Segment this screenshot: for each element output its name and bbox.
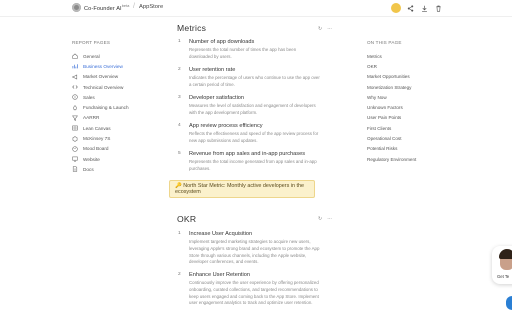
metrics-actions: ↻ ⋯: [318, 26, 332, 32]
nav-item[interactable]: Fundraising & Launch: [72, 102, 152, 112]
trash-icon[interactable]: [434, 4, 443, 13]
okr-title-item: Enhance User Retention: [189, 272, 250, 278]
metric-number: 4: [178, 123, 181, 128]
nav-item-label: Website: [83, 156, 100, 162]
report-pages-nav: REPORT PAGES General Business Overview Mar…: [72, 40, 152, 175]
nav-item[interactable]: Market Overview: [72, 72, 152, 82]
on-this-page-heading: ON THIS PAGE: [367, 40, 402, 45]
support-avatar-hair: [499, 249, 512, 259]
nav-item[interactable]: McKinsey 7S: [72, 133, 152, 143]
nav-item[interactable]: AARRR: [72, 113, 152, 123]
dollar-icon: [72, 94, 78, 100]
okr-number: 1: [178, 231, 181, 236]
brand-beta-badge: beta: [121, 4, 130, 8]
toc-link[interactable]: Unknown Factors: [367, 102, 447, 112]
toc-link[interactable]: OKR: [367, 61, 447, 71]
okr-actions: ↻ ⋯: [318, 216, 332, 222]
nav-item-label: AARRR: [83, 115, 100, 121]
nav-item-label: Business Overview: [83, 63, 123, 69]
nav-item[interactable]: Business Overview: [72, 61, 152, 71]
nav-item-label: Sales: [83, 94, 95, 100]
metric-number: 2: [178, 67, 181, 72]
share-icon[interactable]: [406, 4, 415, 13]
nav-item[interactable]: General: [72, 51, 152, 61]
okr-number: 2: [178, 272, 181, 277]
metric-title: Developer satisfaction: [189, 95, 245, 101]
metric-description: Reflects the effectiveness and speed of …: [189, 131, 319, 143]
breadcrumb-separator: /: [133, 3, 135, 10]
north-star-metric: 🔑 North Star Metric: Monthly active deve…: [169, 180, 315, 198]
topbar-actions: [391, 3, 443, 13]
nav-item-label: Lean Canvas: [83, 125, 111, 131]
nav-item[interactable]: Lean Canvas: [72, 123, 152, 133]
more-icon[interactable]: ⋯: [327, 216, 332, 222]
toc-link[interactable]: Operational Cost: [367, 133, 447, 143]
refresh-icon[interactable]: ↻: [318, 26, 322, 32]
report-pages-heading: REPORT PAGES: [72, 40, 111, 45]
funnel-icon: [72, 115, 78, 121]
metric-number: 1: [178, 39, 181, 44]
toc-link[interactable]: Monetization Strategy: [367, 82, 447, 92]
chat-widget[interactable]: Get Te: [492, 246, 512, 284]
chart-icon: [72, 63, 78, 69]
metrics-title: Metrics: [177, 23, 207, 33]
hexagon-icon: [72, 135, 78, 142]
rocket-icon: [72, 104, 78, 111]
toc-link[interactable]: User Pain Points: [367, 113, 447, 123]
topbar-divider: [0, 16, 512, 17]
download-icon[interactable]: [420, 4, 429, 13]
toc-link[interactable]: First Clients: [367, 123, 447, 133]
nav-item-label: Market Overview: [83, 74, 119, 80]
nav-item[interactable]: Sales: [72, 92, 152, 102]
brand-name-text: Co-Founder AI: [84, 5, 122, 12]
metric-description: Represents the total number of times the…: [189, 47, 297, 59]
code-icon: [72, 84, 78, 90]
okr-description: Implement targeted marketing strategies …: [189, 239, 320, 265]
toc-link[interactable]: Metrics: [367, 51, 447, 61]
toc-link[interactable]: Regulatory Environment: [367, 154, 447, 164]
top-bar: Co-Founder AIbeta / AppStore: [0, 0, 512, 17]
breadcrumb[interactable]: AppStore: [139, 4, 163, 10]
canvas-icon: [72, 125, 78, 131]
metric-description: Indicates the percentage of users who co…: [189, 75, 320, 87]
doc-icon: [72, 166, 78, 173]
metric-title: Number of app downloads: [189, 39, 255, 45]
okr-title-item: Increase User Acquisition: [189, 231, 253, 237]
on-this-page-nav: ON THIS PAGE Metrics OKR Market Opportunit…: [367, 40, 447, 164]
toc-link[interactable]: Potential Risks: [367, 144, 447, 154]
nav-item-label: Mood Board: [83, 146, 109, 152]
nav-item[interactable]: Technical Overview: [72, 82, 152, 92]
refresh-icon[interactable]: ↻: [318, 216, 322, 222]
nav-item[interactable]: Website: [72, 154, 152, 164]
nav-item-label: Docs: [83, 166, 94, 172]
nav-item-label: General: [83, 53, 100, 59]
nav-item-label: Technical Overview: [83, 84, 124, 90]
chat-launcher-button[interactable]: [506, 296, 512, 310]
home-icon: [72, 53, 78, 59]
metric-title: Revenue from app sales and in-app purcha…: [189, 151, 305, 157]
more-icon[interactable]: ⋯: [327, 26, 332, 32]
nav-item-label: Fundraising & Launch: [83, 105, 129, 111]
palette-icon: [72, 146, 78, 152]
metric-description: Measures the level of satisfaction and e…: [189, 103, 316, 115]
okr-description: Continuously improve the user experience…: [189, 280, 319, 306]
chat-widget-label: Get Te: [497, 274, 510, 279]
brand-name[interactable]: Co-Founder AIbeta: [84, 4, 129, 12]
metric-title: User retention rate: [189, 67, 236, 73]
megaphone-icon: [72, 74, 78, 80]
metric-number: 5: [178, 151, 181, 156]
toc-link[interactable]: Market Opportunities: [367, 72, 447, 82]
nav-item[interactable]: Mood Board: [72, 144, 152, 154]
nav-item[interactable]: Docs: [72, 164, 152, 174]
metric-number: 3: [178, 95, 181, 100]
monitor-icon: [72, 156, 78, 162]
nav-item-label: McKinsey 7S: [83, 136, 111, 142]
okr-title: OKR: [177, 214, 197, 224]
brand-logo-icon[interactable]: [72, 3, 81, 12]
user-avatar[interactable]: [391, 3, 401, 13]
metric-description: Represents the total income generated fr…: [189, 159, 317, 171]
toc-link[interactable]: Why Now: [367, 92, 447, 102]
metric-title: App review process efficiency: [189, 123, 263, 129]
